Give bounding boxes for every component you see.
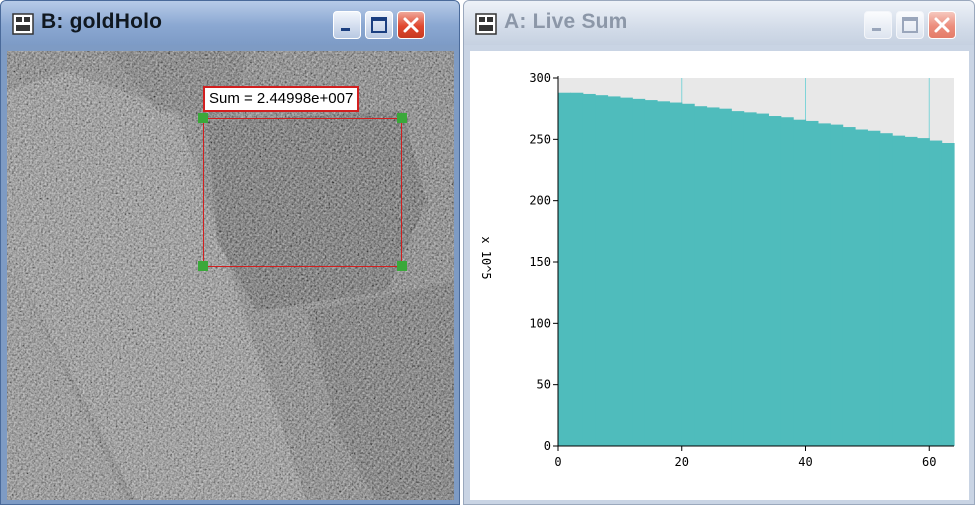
close-button[interactable] xyxy=(397,11,425,39)
titlebar-live-sum[interactable]: A: Live Sum xyxy=(464,1,974,45)
data-bar xyxy=(855,129,868,446)
x-tick-label: 0 xyxy=(554,455,561,469)
data-bar xyxy=(768,116,782,446)
data-bar xyxy=(644,100,658,446)
plot-area[interactable]: 0 50 100 150 200 250 300 0 20 40 60 x 10^5 xyxy=(470,51,969,500)
data-bar xyxy=(842,127,856,447)
data-bar xyxy=(830,124,844,446)
data-bar xyxy=(867,130,881,446)
maximize-icon xyxy=(902,17,918,33)
minimize-icon xyxy=(872,28,881,31)
x-tick-label: 60 xyxy=(922,455,936,469)
roi-handle-top-left[interactable] xyxy=(198,113,208,123)
data-bar xyxy=(916,138,930,446)
roi-handle-bottom-right[interactable] xyxy=(397,261,407,271)
y-tick-label: 50 xyxy=(537,378,551,392)
plot-window-icon xyxy=(475,13,497,35)
data-bar xyxy=(582,93,596,447)
data-bar xyxy=(743,112,757,446)
data-bar xyxy=(904,136,918,446)
minimize-button[interactable] xyxy=(864,11,892,39)
data-bar xyxy=(892,135,906,447)
y-tick-label: 300 xyxy=(529,71,551,85)
roi-handle-bottom-left[interactable] xyxy=(198,261,208,271)
y-axis-label: x 10^5 xyxy=(479,236,493,280)
maximize-button[interactable] xyxy=(896,11,924,39)
data-bar xyxy=(619,97,633,447)
data-bar xyxy=(657,101,670,446)
data-bar xyxy=(817,123,831,447)
window-live-sum[interactable]: A: Live Sum 0 50 100 150 200 250 300 0 20 40 60 x … xyxy=(463,0,975,505)
data-bar xyxy=(632,98,646,446)
close-button[interactable] xyxy=(928,11,956,39)
image-canvas[interactable]: Sum = 2.44998e+007 xyxy=(7,51,454,500)
x-tick-label: 20 xyxy=(675,455,689,469)
y-tick-label: 150 xyxy=(529,255,551,269)
image-window-icon xyxy=(12,13,34,35)
data-bar xyxy=(780,117,794,447)
minimize-button[interactable] xyxy=(333,11,361,39)
data-bar xyxy=(595,95,609,446)
data-bar xyxy=(706,107,720,446)
window-title: B: goldHolo xyxy=(41,10,163,33)
data-bar xyxy=(929,140,943,446)
x-tick-label: 40 xyxy=(798,455,812,469)
roi-rectangle[interactable] xyxy=(203,118,402,267)
y-tick-label: 100 xyxy=(529,316,551,330)
titlebar-goldholo[interactable]: B: goldHolo xyxy=(1,1,459,45)
close-icon xyxy=(403,17,419,33)
data-bar xyxy=(793,119,807,446)
data-bar xyxy=(607,96,621,447)
maximize-button[interactable] xyxy=(365,11,393,39)
roi-sum-label: Sum = 2.44998e+007 xyxy=(203,86,360,112)
live-sum-chart[interactable]: 0 50 100 150 200 250 300 0 20 40 60 xyxy=(470,51,969,500)
y-tick-label: 250 xyxy=(529,132,551,146)
data-bar xyxy=(669,102,683,447)
y-tick-label: 200 xyxy=(529,194,551,208)
data-bar xyxy=(941,143,955,446)
data-bar xyxy=(756,113,769,446)
data-bar xyxy=(718,108,732,446)
maximize-icon xyxy=(371,17,387,33)
y-tick-label: 0 xyxy=(544,439,551,453)
data-bar xyxy=(805,120,819,446)
data-bar xyxy=(879,133,893,446)
roi-handle-top-right[interactable] xyxy=(397,113,407,123)
data-bar xyxy=(570,92,584,446)
minimize-icon xyxy=(341,28,350,31)
data-bar xyxy=(731,111,745,446)
data-bar xyxy=(558,92,571,446)
close-icon xyxy=(934,17,950,33)
data-bar xyxy=(681,103,695,446)
data-bar xyxy=(694,106,708,447)
window-goldholo[interactable]: B: goldHolo Sum = 2.44998e+007 xyxy=(0,0,460,505)
window-title: A: Live Sum xyxy=(504,10,628,33)
